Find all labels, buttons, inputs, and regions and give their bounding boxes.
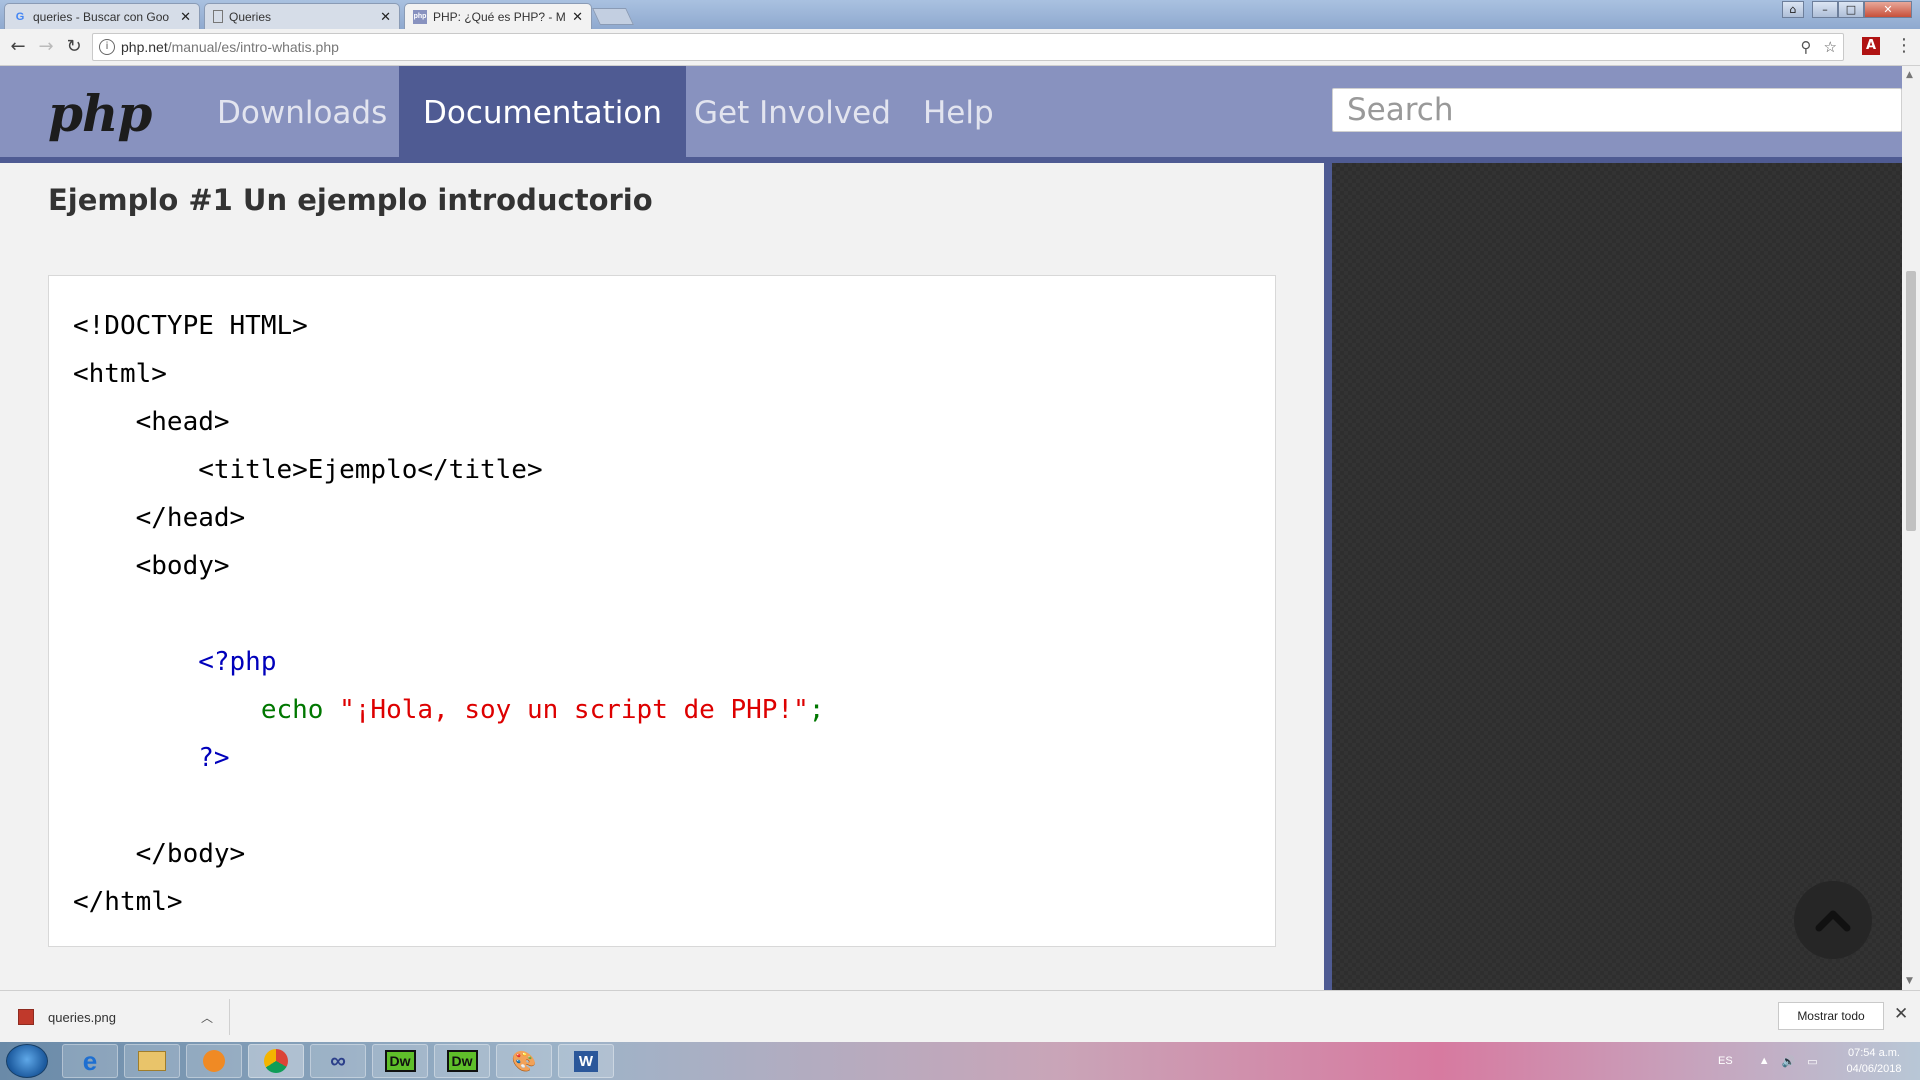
close-tab-icon[interactable]: ✕: [380, 9, 391, 25]
minimize-button[interactable]: –: [1812, 1, 1838, 18]
browser-menu-icon[interactable]: ⋮: [1895, 35, 1913, 56]
nav-help[interactable]: Help: [899, 66, 1018, 157]
nav-get-involved[interactable]: Get Involved: [670, 66, 915, 157]
taskbar-clock[interactable]: 07:54 a.m. 04/06/2018: [1836, 1045, 1912, 1077]
system-tray: ES ▲ 🔊 ▭: [1718, 1042, 1818, 1080]
code-line: </html>: [73, 887, 183, 917]
media-player-icon[interactable]: [186, 1044, 242, 1078]
code-line: <!DOCTYPE HTML>: [73, 311, 308, 341]
tab-title: queries - Buscar con Goo: [33, 9, 170, 24]
scrollbar-thumb[interactable]: [1906, 271, 1916, 531]
code-line-php-close: ?>: [73, 743, 230, 773]
search-input[interactable]: Search: [1332, 88, 1902, 132]
close-tab-icon[interactable]: ✕: [572, 9, 583, 25]
download-filename: queries.png: [48, 1009, 116, 1025]
sidebar-divider: [1324, 163, 1332, 990]
back-arrow-icon[interactable]: ←: [6, 35, 30, 59]
clock-time: 07:54 a.m.: [1848, 1047, 1900, 1059]
dreamweaver-icon[interactable]: Dw: [434, 1044, 490, 1078]
show-hidden-icons-icon[interactable]: ▲: [1759, 1055, 1770, 1067]
dreamweaver-icon[interactable]: Dw: [372, 1044, 428, 1078]
network-icon[interactable]: ▭: [1807, 1055, 1817, 1068]
code-example-block: <!DOCTYPE HTML> <html> <head> <title>Eje…: [48, 275, 1276, 947]
download-shelf: queries.png ︿ Mostrar todo ✕: [0, 990, 1920, 1042]
tab-php-manual[interactable]: php PHP: ¿Qué es PHP? - Ma ✕: [404, 3, 592, 29]
tab-google-search[interactable]: G queries - Buscar con Goo ✕: [4, 3, 200, 29]
paint-icon[interactable]: 🎨: [496, 1044, 552, 1078]
scroll-to-top-button[interactable]: [1794, 881, 1872, 959]
close-window-button[interactable]: ✕: [1864, 1, 1912, 18]
chevron-up-icon[interactable]: ︿: [201, 1009, 213, 1026]
internet-explorer-icon[interactable]: e: [62, 1044, 118, 1078]
code-line-php-open: <?php: [73, 647, 277, 677]
browser-toolbar: ← → ↻ i php.net/manual/es/intro-whatis.p…: [0, 29, 1920, 66]
show-all-button[interactable]: Mostrar todo: [1778, 1002, 1884, 1030]
code-string: "¡Hola, soy un script de PHP!": [339, 695, 809, 725]
chevron-up-icon: [1815, 910, 1851, 932]
bookmark-star-icon[interactable]: ☆: [1824, 38, 1837, 56]
download-item[interactable]: queries.png ︿: [18, 999, 230, 1035]
example-title: Ejemplo #1 Un ejemplo introductorio: [48, 183, 653, 217]
nav-downloads[interactable]: Downloads: [193, 66, 411, 157]
document-icon: [213, 10, 223, 23]
php-logo[interactable]: php: [48, 84, 152, 143]
new-tab-button[interactable]: [592, 8, 634, 25]
browser-tab-strip: G queries - Buscar con Goo ✕ Queries ✕ p…: [0, 0, 1920, 29]
adobe-pdf-extension-icon[interactable]: A: [1862, 37, 1880, 55]
code-line: <body>: [73, 551, 230, 581]
maximize-button[interactable]: □: [1838, 1, 1864, 18]
scroll-up-arrow-icon[interactable]: ▲: [1906, 70, 1913, 80]
close-shelf-icon[interactable]: ✕: [1894, 1004, 1908, 1024]
code-line: <head>: [73, 407, 230, 437]
right-sidebar: [1332, 163, 1902, 990]
code-line: </head>: [73, 503, 246, 533]
image-file-icon: [18, 1009, 34, 1025]
user-profile-icon[interactable]: ⌂: [1782, 1, 1804, 18]
word-icon[interactable]: W: [558, 1044, 614, 1078]
reload-icon[interactable]: ↻: [62, 35, 86, 59]
start-button[interactable]: [6, 1044, 48, 1078]
code-line-echo: echo "¡Hola, soy un script de PHP!";: [260, 695, 825, 725]
file-explorer-icon[interactable]: [124, 1044, 180, 1078]
windows-taskbar: e ∞ Dw Dw 🎨 W ES ▲ 🔊 ▭ 07:54 a.m. 04/06/…: [0, 1042, 1920, 1080]
php-site-header: php Downloads Documentation Get Involved…: [0, 66, 1902, 163]
page-scrollbar[interactable]: ▲ ▼: [1902, 66, 1920, 990]
code-line: <title>Ejemplo</title>: [73, 455, 543, 485]
chrome-icon[interactable]: [248, 1044, 304, 1078]
url-text: php.net/manual/es/intro-whatis.php: [121, 39, 339, 55]
nav-documentation[interactable]: Documentation: [399, 66, 686, 163]
main-content: Ejemplo #1 Un ejemplo introductorio <!DO…: [0, 163, 1324, 990]
infinity-app-icon[interactable]: ∞: [310, 1044, 366, 1078]
scroll-down-arrow-icon[interactable]: ▼: [1906, 976, 1913, 986]
clock-date: 04/06/2018: [1846, 1063, 1902, 1075]
code-keyword: echo: [260, 695, 340, 725]
zoom-icon[interactable]: ⚲: [1801, 38, 1812, 56]
site-info-icon[interactable]: i: [99, 39, 115, 55]
code-line: </body>: [73, 839, 246, 869]
close-tab-icon[interactable]: ✕: [180, 9, 191, 25]
tab-queries[interactable]: Queries ✕: [204, 3, 400, 29]
tab-title: Queries: [229, 9, 272, 24]
address-bar[interactable]: i php.net/manual/es/intro-whatis.php ⚲ ☆: [92, 33, 1844, 61]
google-icon: G: [15, 10, 25, 23]
tab-title: PHP: ¿Qué es PHP? - Ma: [433, 9, 567, 24]
volume-icon[interactable]: 🔊: [1782, 1055, 1796, 1068]
language-indicator[interactable]: ES: [1718, 1055, 1733, 1067]
forward-arrow-icon[interactable]: →: [34, 35, 58, 59]
php-favicon-icon: php: [413, 9, 427, 24]
code-line: <html>: [73, 359, 167, 389]
